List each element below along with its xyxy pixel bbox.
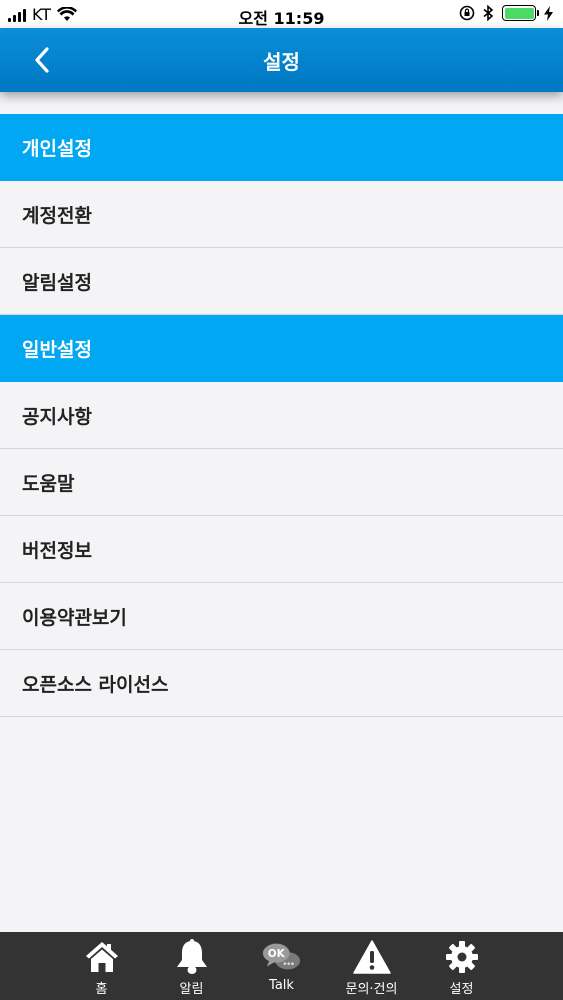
tab-talk-label: Talk <box>269 978 294 993</box>
list-item-notification-settings[interactable]: 알림설정 <box>0 248 563 315</box>
tab-home-label: 홈 <box>95 982 108 997</box>
back-button[interactable] <box>24 42 60 78</box>
tab-talk[interactable]: OK Talk <box>237 932 327 1000</box>
tab-inquiry[interactable]: 문의·건의 <box>327 932 417 1000</box>
home-icon <box>85 942 118 972</box>
orientation-lock-icon <box>459 5 475 21</box>
list-item-terms[interactable]: 이용약관보기 <box>0 583 563 650</box>
status-right <box>459 5 553 21</box>
talk-bubble-icon: OK <box>262 943 300 970</box>
list-item-open-source-licenses[interactable]: 오픈소스 라이선스 <box>0 650 563 717</box>
warning-icon <box>352 940 391 974</box>
tab-bar: 홈 알림 OK Talk 문의·건의 설정 <box>0 932 563 1000</box>
tab-settings[interactable]: 설정 <box>417 932 507 1000</box>
app-header: 설정 <box>0 28 563 92</box>
battery-icon <box>502 5 539 21</box>
charging-bolt-icon <box>544 5 553 21</box>
bluetooth-icon <box>483 5 494 21</box>
tab-inquiry-label: 문의·건의 <box>345 982 398 997</box>
section-header-personal: 개인설정 <box>0 114 563 181</box>
bell-icon <box>176 939 207 974</box>
section-header-general: 일반설정 <box>0 315 563 382</box>
tab-notifications-label: 알림 <box>179 982 204 997</box>
gear-icon <box>445 941 478 973</box>
page-title: 설정 <box>263 49 300 74</box>
tab-notifications[interactable]: 알림 <box>147 932 237 1000</box>
chevron-left-icon <box>35 47 49 73</box>
status-bar: KT 오전 11:59 <box>0 0 563 28</box>
list-item-notices[interactable]: 공지사항 <box>0 382 563 449</box>
tab-settings-label: 설정 <box>449 982 474 997</box>
talk-icon-text: OK <box>267 948 285 960</box>
list-item-switch-account[interactable]: 계정전환 <box>0 181 563 248</box>
list-item-help[interactable]: 도움말 <box>0 449 563 516</box>
settings-list: 개인설정 계정전환 알림설정 일반설정 공지사항 도움말 버전정보 이용약관보기… <box>0 114 563 717</box>
battery-fill <box>504 7 534 19</box>
list-item-version-info[interactable]: 버전정보 <box>0 516 563 583</box>
tab-home[interactable]: 홈 <box>57 932 147 1000</box>
